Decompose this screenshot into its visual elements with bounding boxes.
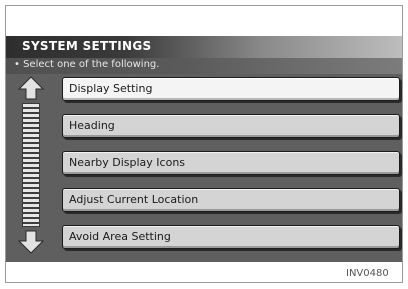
menu-item-adjust-current-location[interactable]: Adjust Current Location <box>62 188 400 212</box>
title-bar: SYSTEM SETTINGS <box>6 36 402 58</box>
menu-item-heading[interactable]: Heading <box>62 114 400 138</box>
menu-item-avoid-area-setting[interactable]: Avoid Area Setting <box>62 225 400 249</box>
menu-list: Display Setting Heading Nearby Display I… <box>6 74 402 262</box>
menu-item-display-setting[interactable]: Display Setting <box>62 77 400 101</box>
instruction-bar: • Select one of the following. <box>6 58 402 74</box>
scroll-up-arrow-icon[interactable] <box>18 76 44 100</box>
figure-caption: INV0480 <box>346 268 389 279</box>
menu-item-nearby-display-icons[interactable]: Nearby Display Icons <box>62 151 400 175</box>
scrollbar-track[interactable] <box>22 103 40 227</box>
scroll-down-arrow-icon[interactable] <box>18 230 44 254</box>
screen-title: SYSTEM SETTINGS <box>22 39 152 53</box>
instruction-text: • Select one of the following. <box>14 59 160 70</box>
system-settings-screen: SYSTEM SETTINGS • Select one of the foll… <box>6 36 402 262</box>
